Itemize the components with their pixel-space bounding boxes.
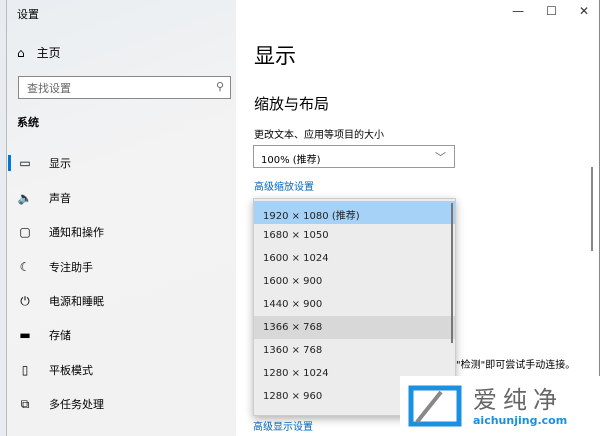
resolution-option[interactable]: 1920 × 1080 (推荐) (254, 201, 455, 224)
storage-icon: ▬ (19, 328, 31, 342)
sidebar-item[interactable]: ▭ 显示 (7, 146, 236, 180)
scale-dropdown[interactable]: 100% (推荐) ﹀ (253, 145, 455, 168)
resolution-option[interactable]: 1600 × 1024 (254, 247, 455, 270)
scrollbar[interactable] (591, 167, 593, 251)
moon-icon: ☾ (19, 260, 31, 274)
resolution-option[interactable]: 1360 × 768 (254, 339, 455, 362)
sidebar-item-label: 专注助手 (49, 261, 93, 274)
chevron-down-icon: ﹀ (435, 151, 446, 164)
sidebar-item-label: 存储 (49, 329, 71, 342)
sidebar-item[interactable]: ⏻ 电源和睡眠 (7, 284, 236, 318)
sidebar-item[interactable]: ▢ 通知和操作 (7, 215, 236, 249)
home-icon: ⌂ (17, 45, 25, 60)
window-title: 设置 (17, 8, 39, 21)
resolution-option[interactable]: 1600 × 900 (254, 270, 455, 293)
sidebar-item[interactable]: 🔈 声音 (7, 181, 236, 215)
resolution-option[interactable]: 1366 × 768 (254, 316, 455, 339)
background-window (0, 0, 7, 436)
minimize-button[interactable]: — (512, 4, 524, 18)
scale-label: 更改文本、应用等项目的大小 (254, 130, 384, 141)
sidebar-item-label: 多任务处理 (49, 398, 104, 411)
sidebar: 设置 ⌂ 主页 查找设置 ⚲ 系统 ▭ 显示 🔈 声音 ▢ 通知和操作 ☾ 专注助手 ⏻ 电源和睡眠 ▬… (7, 0, 236, 436)
section-heading: 系统 (17, 116, 39, 129)
search-input[interactable]: 查找设置 ⚲ (18, 76, 231, 99)
list-scrollbar[interactable] (451, 203, 453, 343)
sidebar-item-label: 通知和操作 (49, 226, 104, 239)
multitask-icon: ⧉ (20, 396, 30, 411)
resolution-option[interactable]: 1440 × 900 (254, 293, 455, 316)
speaker-icon: 🔈 (17, 191, 33, 205)
resolution-option[interactable]: 1680 × 1050 (254, 224, 455, 247)
sidebar-item-label: 显示 (49, 157, 71, 170)
power-icon: ⏻ (20, 293, 30, 308)
home-link[interactable]: ⌂ 主页 (17, 44, 61, 61)
advanced-display-link[interactable]: 高级显示设置 (253, 418, 313, 433)
search-icon: ⚲ (215, 80, 224, 93)
sidebar-item-label: 声音 (49, 192, 71, 205)
watermark-logo-icon (408, 385, 462, 427)
page-title: 显示 (254, 44, 296, 68)
detect-text: "检测"即可尝试手动连接。 (456, 360, 576, 371)
sidebar-item-label: 电源和睡眠 (49, 295, 104, 308)
notification-icon: ▢ (19, 225, 31, 239)
sidebar-item-label: 平板模式 (49, 364, 93, 377)
advanced-scaling-link[interactable]: 高级缩放设置 (254, 178, 314, 193)
sidebar-item[interactable]: ☾ 专注助手 (7, 250, 236, 284)
section-title: 缩放与布局 (254, 95, 330, 113)
maximize-button[interactable]: ☐ (546, 4, 557, 18)
watermark: 爱纯净 aichunjing.com (400, 376, 600, 436)
sidebar-item[interactable]: ▯ 平板模式 (7, 353, 236, 387)
tablet-icon: ▯ (21, 363, 29, 377)
close-button[interactable]: ✕ (579, 4, 589, 18)
sidebar-item[interactable]: ▬ 存储 (7, 318, 236, 352)
monitor-icon: ▭ (19, 156, 31, 170)
sidebar-item[interactable]: ⧉ 多任务处理 (7, 387, 236, 421)
